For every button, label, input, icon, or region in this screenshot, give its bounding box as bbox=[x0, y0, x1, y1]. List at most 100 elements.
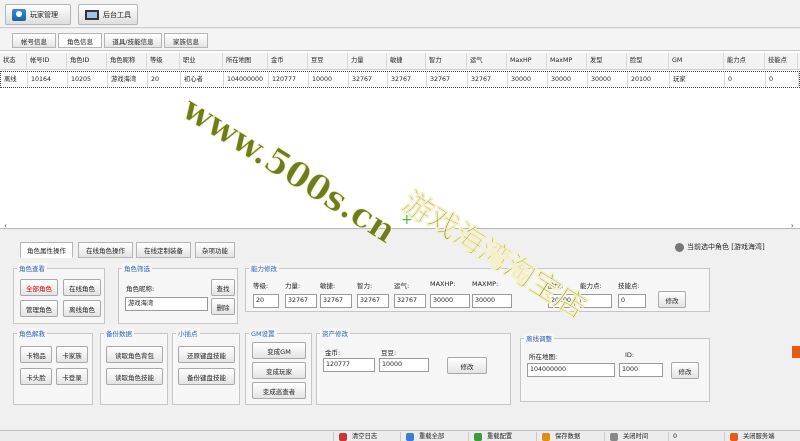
table-cell: 0 bbox=[725, 72, 766, 87]
gold-input[interactable]: 120777 bbox=[323, 358, 375, 372]
column-header[interactable]: 角色ID bbox=[67, 53, 107, 69]
ability-field-input[interactable]: 0 bbox=[580, 294, 612, 308]
ability-field-input[interactable]: 32767 bbox=[320, 294, 352, 308]
close-time-button[interactable]: 关闭时间 bbox=[604, 432, 664, 441]
player-icon bbox=[12, 8, 26, 21]
column-header[interactable]: MaxHP bbox=[507, 53, 547, 69]
restore-keyboard-button[interactable]: 还原键盘技能 bbox=[178, 346, 235, 363]
ability-field-input[interactable]: 32767 bbox=[357, 294, 389, 308]
assets-group: 资产修改 金币: 120777 豆豆: 10000 修改 bbox=[316, 328, 511, 405]
ability-field-input[interactable]: 32767 bbox=[394, 294, 426, 308]
bean-input[interactable]: 10000 bbox=[379, 358, 429, 372]
monitor-icon bbox=[85, 9, 99, 20]
backup-keyboard-button[interactable]: 备份键盘技能 bbox=[178, 368, 235, 385]
column-header[interactable]: 状态 bbox=[0, 53, 27, 69]
column-header[interactable]: 脸型 bbox=[627, 53, 669, 69]
tab-role-attribute-ops[interactable]: 角色属性操作 bbox=[20, 242, 73, 258]
tab-family-info[interactable]: 家族信息 bbox=[164, 33, 208, 48]
clear-log-button[interactable]: 清空日志 bbox=[333, 432, 393, 441]
ability-field-input[interactable]: 30000 bbox=[430, 294, 470, 308]
column-header[interactable]: 发型 bbox=[587, 53, 627, 69]
ability-field-label: 能力点: bbox=[580, 282, 602, 290]
tab-online-role-ops[interactable]: 在线角色操作 bbox=[78, 242, 133, 258]
manage-roles-button[interactable]: 管理角色 bbox=[20, 300, 58, 317]
assets-modify-button[interactable]: 修改 bbox=[447, 357, 487, 374]
ability-field-input[interactable]: 30000 bbox=[472, 294, 512, 308]
scroll-left-arrow-icon[interactable]: ‹ bbox=[4, 221, 7, 230]
become-observer-button[interactable]: 变成巡查者 bbox=[252, 382, 306, 399]
id-input[interactable]: 1000 bbox=[619, 363, 663, 377]
ability-field-input[interactable]: 20100 bbox=[548, 294, 575, 308]
map-input[interactable]: 104000000 bbox=[527, 363, 615, 377]
ability-field-label: 脸型: bbox=[548, 282, 564, 290]
online-roles-button[interactable]: 在线角色 bbox=[63, 279, 101, 296]
ability-modify-button[interactable]: 修改 bbox=[658, 291, 686, 308]
offline-modify-button[interactable]: 修改 bbox=[671, 362, 699, 379]
delete-button[interactable]: 删除 bbox=[211, 298, 235, 315]
shutdown-server-button[interactable]: 关闭服务端 bbox=[724, 432, 800, 441]
role-filter-group: 角色筛选 角色昵称: 查找 游戏海湾 删除 bbox=[118, 263, 238, 324]
table-cell: 10164 bbox=[28, 72, 68, 87]
reload-all-button[interactable]: 重载全部 bbox=[400, 432, 460, 441]
nickname-input[interactable]: 游戏海湾 bbox=[125, 297, 208, 311]
stuck-family-button[interactable]: 卡家族 bbox=[56, 346, 88, 363]
table-cell: 104000000 bbox=[224, 72, 269, 87]
column-header[interactable]: 智力 bbox=[426, 53, 467, 69]
column-header[interactable]: 能力点 bbox=[724, 53, 765, 69]
column-header[interactable]: 所在地图 bbox=[223, 53, 268, 69]
player-management-tab[interactable]: 玩家管理 bbox=[5, 4, 71, 25]
column-header[interactable]: MaxMP bbox=[547, 53, 587, 69]
tab-role-info[interactable]: 角色信息 bbox=[58, 33, 102, 48]
footer-toolbar: 清空日志 重载全部 重载配置 保存数据 关闭时间 0 关闭服务端 bbox=[0, 430, 800, 441]
read-skill-button[interactable]: 读取角色技能 bbox=[106, 368, 163, 385]
column-header[interactable]: 帐号ID bbox=[27, 53, 67, 69]
tab-account-info[interactable]: 帐号信息 bbox=[12, 33, 56, 48]
save-data-button[interactable]: 保存数据 bbox=[536, 432, 598, 441]
table-cell: 32767 bbox=[388, 72, 427, 87]
ability-field-input[interactable]: 20 bbox=[253, 294, 279, 308]
stuck-face-button[interactable]: 卡头脸 bbox=[20, 368, 52, 385]
become-player-button[interactable]: 变成玩家 bbox=[252, 362, 306, 379]
column-header[interactable]: 敏捷 bbox=[387, 53, 426, 69]
stuck-item-button[interactable]: 卡物品 bbox=[20, 346, 52, 363]
reload-config-button[interactable]: 重载配置 bbox=[468, 432, 530, 441]
column-header[interactable]: 等级 bbox=[147, 53, 180, 69]
role-table[interactable]: 状态 帐号ID 角色ID 角色昵称 等级 职业 所在地图 金币 豆豆 力量 敏捷 智力 运气 MaxHP M… bbox=[0, 51, 800, 229]
column-header[interactable]: GM bbox=[669, 53, 724, 69]
ability-field-label: 等级: bbox=[253, 282, 269, 290]
user-icon bbox=[675, 242, 684, 252]
table-cell: 10000 bbox=[309, 72, 349, 87]
clear-log-label: 清空日志 bbox=[352, 433, 378, 440]
table-row[interactable]: 离线 10164 10205 游戏海湾 20 初心者 104000000 120777 1000… bbox=[0, 71, 800, 88]
become-gm-button[interactable]: 变成GM bbox=[252, 342, 306, 359]
find-button[interactable]: 查找 bbox=[211, 279, 235, 296]
ability-field-label: MAXHP: bbox=[430, 280, 456, 288]
column-header[interactable]: 金币 bbox=[268, 53, 308, 69]
tab-item-skill-info[interactable]: 道具/技能信息 bbox=[104, 33, 162, 48]
clock-icon bbox=[610, 433, 618, 441]
tab-online-custom-equip[interactable]: 在线定制装备 bbox=[136, 242, 191, 258]
scroll-right-arrow-icon[interactable]: › bbox=[791, 221, 794, 230]
top-toolbar: 玩家管理 后台工具 bbox=[0, 0, 800, 28]
column-header[interactable]: 角色昵称 bbox=[107, 53, 147, 69]
column-header[interactable]: 运气 bbox=[467, 53, 507, 69]
tab-misc-functions[interactable]: 杂项功能 bbox=[195, 242, 235, 258]
role-filter-title: 角色筛选 bbox=[122, 263, 152, 273]
ability-field-input[interactable]: 0 bbox=[618, 294, 646, 308]
column-header[interactable]: 技能点 bbox=[765, 53, 798, 69]
column-header[interactable]: 豆豆 bbox=[308, 53, 348, 69]
column-header[interactable]: 职业 bbox=[180, 53, 223, 69]
table-cell: 120777 bbox=[269, 72, 309, 87]
column-header[interactable]: 力量 bbox=[348, 53, 387, 69]
table-cell: 32767 bbox=[468, 72, 508, 87]
gadgets-title: 小插点 bbox=[176, 328, 200, 338]
backend-tools-tab[interactable]: 后台工具 bbox=[78, 4, 138, 25]
offline-roles-button[interactable]: 离线角色 bbox=[63, 300, 101, 317]
ability-field-input[interactable]: 32767 bbox=[285, 294, 317, 308]
stuck-login-button[interactable]: 卡登录 bbox=[56, 368, 88, 385]
table-cell: 20100 bbox=[628, 72, 670, 87]
close-time-input[interactable]: 0 bbox=[668, 432, 718, 441]
read-bag-button[interactable]: 读取角色背包 bbox=[106, 346, 163, 363]
role-view-title: 角色查看 bbox=[17, 263, 47, 273]
all-roles-button[interactable]: 全部角色 bbox=[20, 279, 58, 296]
